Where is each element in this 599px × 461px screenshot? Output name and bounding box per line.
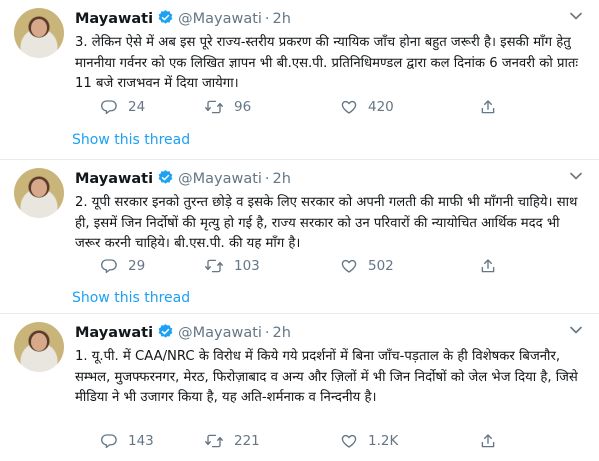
tweet[interactable]: Mayawati @Mayawati · 2h 3. लेकिन ऐसे में अब… [0, 0, 599, 160]
tweet[interactable]: Mayawati @Mayawati · 2h 2. यूपी सरकार इनको … [0, 160, 599, 314]
like-button[interactable]: 502 [340, 256, 394, 276]
reply-icon [100, 98, 118, 116]
avatar[interactable] [14, 168, 64, 218]
retweet-button[interactable]: 96 [204, 97, 251, 117]
share-button[interactable] [479, 97, 497, 117]
verified-badge-icon [157, 169, 174, 190]
chevron-down-icon[interactable] [569, 168, 583, 182]
reply-button[interactable]: 29 [100, 256, 145, 276]
tweet-actions: 29 103 502 [100, 256, 500, 276]
author-name[interactable]: Mayawati [75, 171, 153, 187]
share-button[interactable] [479, 256, 497, 276]
like-button[interactable]: 420 [340, 97, 394, 117]
author-name[interactable]: Mayawati [75, 11, 153, 27]
like-count: 1.2K [368, 433, 399, 449]
verified-badge-icon [157, 9, 174, 30]
like-button[interactable]: 1.2K [340, 431, 398, 451]
tweet[interactable]: Mayawati @Mayawati · 2h 1. यू.पी. में CAA/N… [0, 314, 599, 461]
show-thread-link[interactable]: Show this thread [72, 290, 190, 306]
reply-count: 24 [128, 99, 146, 115]
reply-count: 29 [128, 258, 146, 274]
reply-count: 143 [128, 433, 154, 449]
chevron-down-icon[interactable] [569, 8, 583, 22]
tweet-feed: Mayawati @Mayawati · 2h 3. लेकिन ऐसे में अब… [0, 0, 599, 461]
author-handle[interactable]: @Mayawati [178, 325, 262, 341]
separator: · [264, 171, 270, 187]
timestamp[interactable]: 2h [273, 171, 291, 187]
tweet-text: 3. लेकिन ऐसे में अब इस पूरे राज्य-स्तरीय… [75, 35, 579, 91]
retweet-button[interactable]: 103 [204, 256, 260, 276]
like-count: 502 [368, 258, 394, 274]
retweet-icon [204, 98, 224, 116]
share-icon [479, 257, 497, 275]
avatar[interactable] [14, 8, 64, 58]
share-button[interactable] [479, 431, 497, 451]
author-handle[interactable]: @Mayawati [178, 171, 262, 187]
tweet-actions: 24 96 420 [100, 97, 500, 117]
tweet-text: 1. यू.पी. में CAA/NRC के विरोध में किये … [75, 349, 578, 405]
verified-badge-icon [157, 323, 174, 344]
timestamp[interactable]: 2h [273, 325, 291, 341]
tweet-header: Mayawati @Mayawati · 2h [75, 9, 585, 29]
separator: · [264, 325, 270, 341]
timestamp[interactable]: 2h [273, 11, 291, 27]
reply-icon [100, 432, 118, 450]
show-thread-link[interactable]: Show this thread [72, 132, 190, 148]
reply-icon [100, 257, 118, 275]
chevron-down-icon[interactable] [569, 322, 583, 336]
retweet-count: 221 [234, 433, 260, 449]
separator: · [264, 11, 270, 27]
reply-button[interactable]: 143 [100, 431, 154, 451]
like-icon [340, 257, 358, 275]
share-icon [479, 98, 497, 116]
tweet-header: Mayawati @Mayawati · 2h [75, 169, 585, 189]
reply-button[interactable]: 24 [100, 97, 145, 117]
avatar[interactable] [14, 322, 64, 372]
like-count: 420 [368, 99, 394, 115]
like-icon [340, 432, 358, 450]
retweet-icon [204, 432, 224, 450]
share-icon [479, 432, 497, 450]
retweet-icon [204, 257, 224, 275]
author-name[interactable]: Mayawati [75, 325, 153, 341]
like-icon [340, 98, 358, 116]
author-handle[interactable]: @Mayawati [178, 11, 262, 27]
tweet-text: 2. यूपी सरकार इनको तुरन्त छोड़े व इसके ल… [75, 195, 578, 251]
tweet-actions: 143 221 1.2K [100, 431, 500, 451]
tweet-header: Mayawati @Mayawati · 2h [75, 323, 585, 343]
retweet-button[interactable]: 221 [204, 431, 260, 451]
retweet-count: 96 [234, 99, 252, 115]
retweet-count: 103 [234, 258, 260, 274]
